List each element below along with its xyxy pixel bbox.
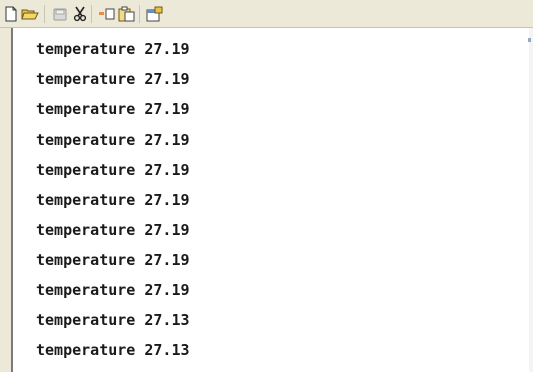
log-line: temperature 27.19	[36, 161, 190, 179]
open-folder-icon[interactable]	[21, 6, 39, 22]
copy-icon[interactable]	[98, 6, 115, 22]
log-line: temperature 27.19	[36, 70, 190, 88]
terminal-window: temperature 27.19 temperature 27.19 temp…	[0, 0, 533, 372]
toolbar-separator	[91, 5, 92, 23]
console-output[interactable]: temperature 27.19 temperature 27.19 temp…	[13, 28, 527, 372]
toolbar-separator	[44, 5, 45, 23]
log-line: temperature 27.13	[36, 341, 190, 359]
log-line: temperature 27.19	[36, 191, 190, 209]
cut-icon[interactable]	[72, 6, 88, 22]
new-document-icon[interactable]	[3, 6, 19, 22]
save-disabled-icon[interactable]	[52, 6, 68, 22]
paste-icon[interactable]	[118, 6, 135, 22]
log-line: temperature 27.19	[36, 221, 190, 239]
log-line: temperature 27.13	[36, 311, 190, 329]
log-line: temperature 27.19	[36, 251, 190, 269]
toolbar	[0, 0, 533, 28]
scrollbar-track[interactable]	[529, 28, 533, 372]
properties-icon[interactable]	[146, 6, 163, 22]
log-line: temperature 27.19	[36, 131, 190, 149]
scrollbar-thumb[interactable]	[528, 38, 531, 42]
log-line: temperature 27.19	[36, 40, 190, 58]
left-gutter	[0, 28, 11, 372]
toolbar-separator	[139, 5, 140, 23]
log-line: temperature 27.19	[36, 281, 190, 299]
log-line: temperature 27.19	[36, 100, 190, 118]
